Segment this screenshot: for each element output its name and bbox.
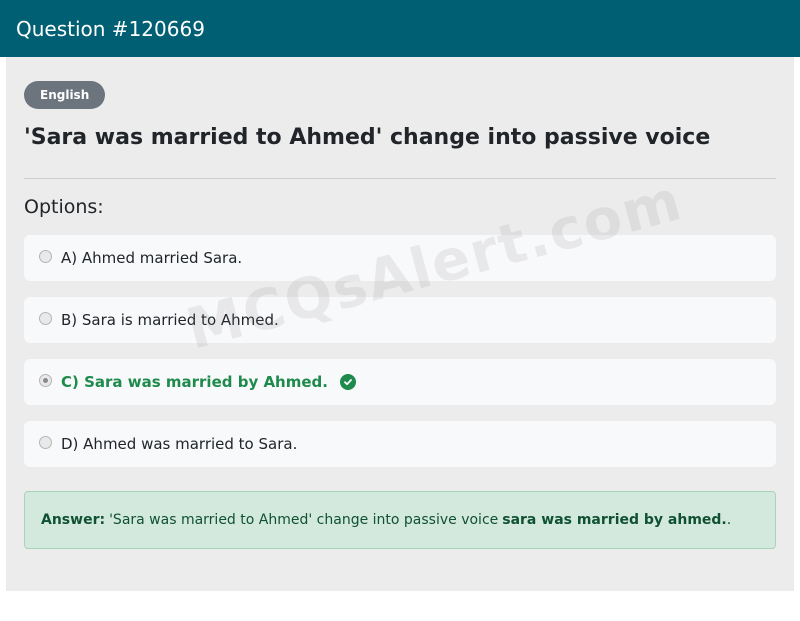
option-d[interactable]: D) Ahmed was married to Sara. <box>24 421 776 467</box>
check-circle-icon <box>339 374 356 390</box>
answer-label: Answer: <box>41 512 106 528</box>
question-text: 'Sara was married to Ahmed' change into … <box>24 125 711 150</box>
question-id-title: Question #120669 <box>16 16 205 41</box>
divider <box>24 178 776 179</box>
option-a-text: A) Ahmed married Sara. <box>61 249 243 267</box>
radio-option-b[interactable] <box>39 311 52 325</box>
options-label: Options: <box>24 196 104 218</box>
option-c[interactable]: C) Sara was married by Ahmed. <box>24 359 776 405</box>
radio-option-a[interactable] <box>39 249 52 263</box>
page-header: Question #120669 <box>0 0 800 57</box>
radio-option-d[interactable] <box>39 435 52 449</box>
option-c-text: C) Sara was married by Ahmed. <box>61 373 328 391</box>
answer-suffix: . <box>726 512 732 528</box>
option-b-text: B) Sara is married to Ahmed. <box>61 311 279 329</box>
option-d-text: D) Ahmed was married to Sara. <box>61 435 298 453</box>
radio-option-c[interactable] <box>39 373 52 387</box>
language-badge[interactable]: English <box>24 81 106 109</box>
answer-value: sara was married by ahmed. <box>502 512 727 528</box>
option-b[interactable]: B) Sara is married to Ahmed. <box>24 297 776 343</box>
answer-box: Answer: 'Sara was married to Ahmed' chan… <box>24 491 776 549</box>
answer-prefix: 'Sara was married to Ahmed' change into … <box>109 512 499 528</box>
option-a[interactable]: A) Ahmed married Sara. <box>24 235 776 281</box>
question-card: English 'Sara was married to Ahmed' chan… <box>6 57 794 591</box>
